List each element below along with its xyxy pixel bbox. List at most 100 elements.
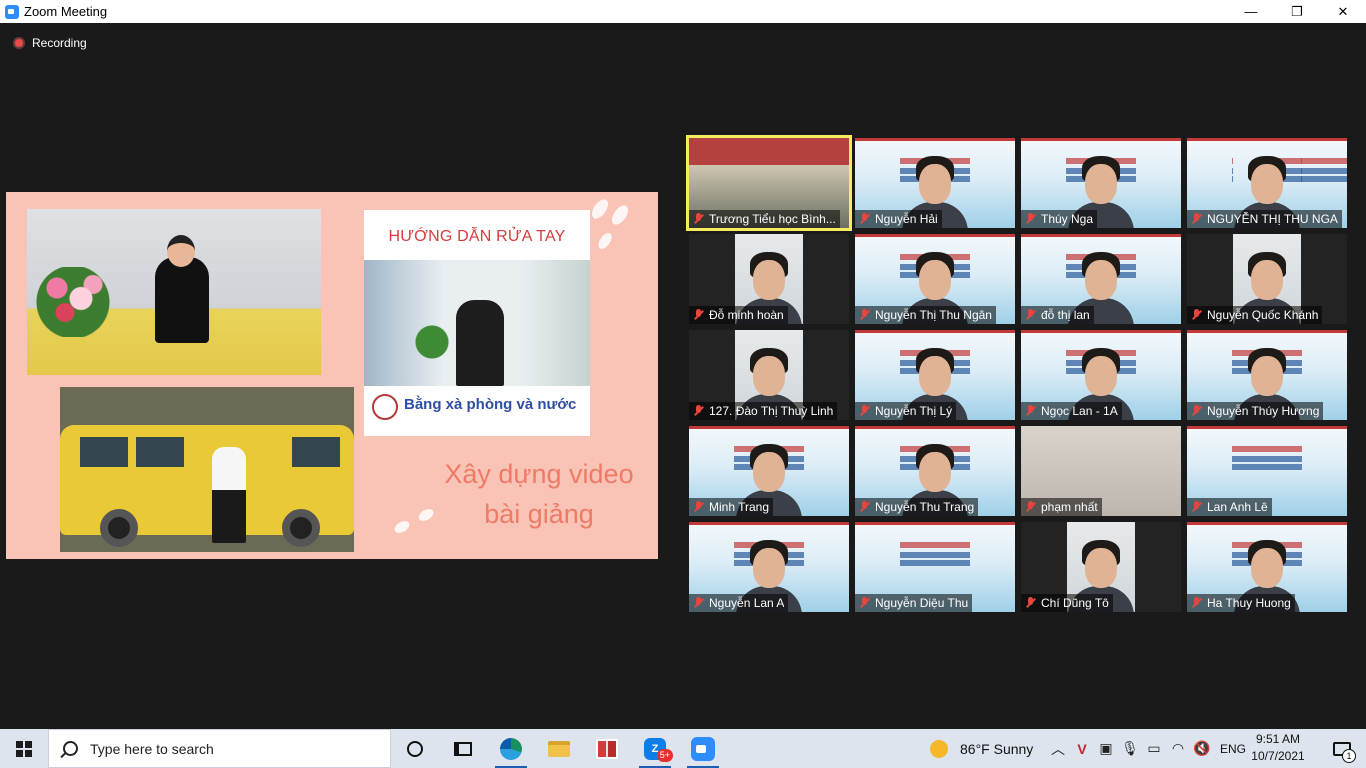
cortana-button[interactable] [391, 729, 439, 768]
meet-now-icon[interactable]: ▣ [1094, 729, 1118, 768]
participant-tile[interactable]: Nguyễn Hải [855, 138, 1015, 228]
clock-date: 10/7/2021 [1251, 749, 1305, 763]
participant-name: phạm nhất [1041, 500, 1098, 514]
participant-name: Ha Thuy Huong [1207, 596, 1291, 610]
participant-tile[interactable]: Nguyễn Thúy Hương [1187, 330, 1347, 420]
restore-button[interactable]: ❐ [1274, 0, 1320, 23]
participant-face [919, 356, 951, 396]
flower-vase-image [33, 267, 113, 337]
app-grid-icon [596, 738, 618, 759]
sun-icon [930, 739, 948, 758]
battery-icon[interactable]: ▭ [1142, 729, 1166, 768]
wifi-icon[interactable]: ◠ [1166, 729, 1190, 768]
handwash-title: HƯỚNG DẪN RỬA TAY [388, 228, 566, 245]
participant-face [753, 548, 785, 588]
participant-face [1085, 356, 1117, 396]
task-view-button[interactable] [439, 729, 487, 768]
participant-tile[interactable]: Minh Trang [689, 426, 849, 516]
taskbar-search[interactable] [48, 729, 391, 768]
participant-namebar: Nguyễn Thu Trang [855, 498, 979, 516]
windows-logo-icon [16, 740, 32, 757]
search-input[interactable] [90, 740, 370, 757]
muted-microphone-icon [1024, 500, 1038, 514]
participant-tile[interactable]: Nguyễn Quốc Khánh [1187, 234, 1347, 324]
slide-headline: Xây dựng video bài giảng [426, 454, 652, 534]
participant-tile[interactable]: 127. Đào Thị Thuỳ Linh [689, 330, 849, 420]
window-controls: — ❐ ✕ [1228, 0, 1366, 23]
participant-tile[interactable]: Ha Thuy Huong [1187, 522, 1347, 612]
participant-tile[interactable]: phạm nhất [1021, 426, 1181, 516]
close-button[interactable]: ✕ [1320, 0, 1366, 23]
title-bar: Zoom Meeting — ❐ ✕ [0, 0, 1366, 23]
participant-namebar: đỗ thị lan [1021, 306, 1094, 324]
participant-tile[interactable]: Ngọc Lan - 1A [1021, 330, 1181, 420]
participant-namebar: Thúy Nga [1021, 210, 1098, 228]
participant-tile[interactable]: Thúy Nga [1021, 138, 1181, 228]
decor-shape [588, 196, 612, 222]
participant-face [1251, 164, 1283, 204]
teacher-head [167, 235, 195, 267]
muted-microphone-icon [692, 404, 706, 418]
participant-tile[interactable]: Nguyễn Thị Thu Ngân [855, 234, 1015, 324]
file-explorer-button[interactable] [535, 729, 583, 768]
start-button[interactable] [0, 729, 48, 768]
muted-microphone-icon [1190, 212, 1204, 226]
participant-face [1251, 260, 1283, 300]
windows-taskbar: Z 5+ 86°F Sunny ︿ V ▣ 🎙 ▭ ◠ 🔇 ENG 9:51 A… [0, 729, 1366, 768]
participant-tile[interactable]: Nguyễn Thu Trang [855, 426, 1015, 516]
recording-indicator[interactable]: Recording [13, 36, 87, 50]
participant-tile[interactable]: Nguyễn Lan A [689, 522, 849, 612]
participant-namebar: Nguyễn Quốc Khánh [1187, 306, 1323, 324]
antivirus-icon[interactable]: V [1070, 729, 1094, 768]
shared-screen-slide: HƯỚNG DẪN RỬA TAY Bằng xà phòng và nước … [6, 192, 658, 559]
participant-namebar: Nguyễn Diệu Thu [855, 594, 973, 612]
participant-tile[interactable]: NGUYỄN THỊ THU NGA [1187, 138, 1347, 228]
decor-shape [392, 518, 412, 536]
participant-tile[interactable]: Lan Anh Lê [1187, 426, 1347, 516]
van-window [292, 437, 340, 467]
participant-tile[interactable]: Nguyễn Thị Lý [855, 330, 1015, 420]
muted-microphone-icon [858, 404, 872, 418]
participant-face [919, 260, 951, 300]
participant-tile[interactable]: Đỗ minh hoàn [689, 234, 849, 324]
microphone-icon[interactable]: 🎙 [1118, 729, 1142, 768]
participant-namebar: 127. Đào Thị Thuỳ Linh [689, 402, 838, 420]
participant-name: Nguyễn Diệu Thu [875, 596, 969, 610]
muted-microphone-icon [692, 596, 706, 610]
recording-label: Recording [32, 36, 87, 50]
participant-name: Thúy Nga [1041, 212, 1094, 226]
muted-microphone-icon [1024, 596, 1038, 610]
muted-microphone-icon [692, 308, 706, 322]
participant-face [1085, 164, 1117, 204]
participant-name: Nguyễn Quốc Khánh [1207, 308, 1319, 322]
chevron-up-icon[interactable]: ︿ [1046, 729, 1070, 768]
van-window [136, 437, 184, 467]
volume-muted-icon[interactable]: 🔇 [1190, 729, 1214, 768]
participant-namebar: Nguyễn Thị Thu Ngân [855, 306, 996, 324]
handwash-photo [364, 260, 590, 386]
participant-name: Đỗ minh hoàn [709, 308, 784, 322]
zoom-taskbar-button[interactable] [679, 729, 727, 768]
minimize-button[interactable]: — [1228, 0, 1274, 23]
participant-name: Nguyễn Thị Lý [875, 404, 953, 418]
participant-face [1085, 260, 1117, 300]
participant-name: NGUYỄN THỊ THU NGA [1207, 212, 1338, 226]
zalo-button[interactable]: Z 5+ [631, 729, 679, 768]
task-view-icon [454, 741, 472, 756]
teacher-photo [27, 209, 321, 375]
participant-namebar: Nguyễn Lan A [689, 594, 789, 612]
taskbar-clock[interactable]: 9:51 AM 10/7/2021 [1246, 731, 1310, 765]
participant-name: Ngọc Lan - 1A [1041, 404, 1118, 418]
muted-microphone-icon [858, 500, 872, 514]
participant-tile[interactable]: đỗ thị lan [1021, 234, 1181, 324]
app-grid-button[interactable] [583, 729, 631, 768]
weather-widget[interactable]: 86°F Sunny [930, 729, 1033, 768]
participant-tile[interactable]: Chí Dũng Tô [1021, 522, 1181, 612]
muted-microphone-icon [1024, 308, 1038, 322]
participant-tile[interactable]: Nguyễn Diệu Thu [855, 522, 1015, 612]
language-indicator[interactable]: ENG [1220, 742, 1246, 756]
muted-microphone-icon [1024, 212, 1038, 226]
notification-center-button[interactable]: 1 [1322, 729, 1362, 768]
participant-tile[interactable]: Trương Tiểu học Bình... [686, 135, 852, 231]
edge-button[interactable] [487, 729, 535, 768]
